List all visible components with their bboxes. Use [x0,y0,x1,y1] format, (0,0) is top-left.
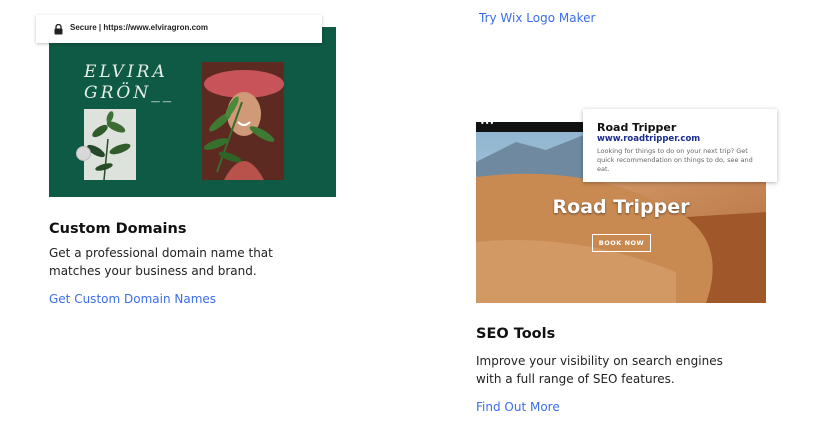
custom-domains-heading: Custom Domains [49,221,187,237]
browser-url: Secure | https://www.elviragron.com [70,23,208,32]
get-custom-domain-link[interactable]: Get Custom Domain Names [49,292,216,306]
try-logo-maker-link[interactable]: Try Wix Logo Maker [479,11,595,25]
search-result-description: Looking for things to do on your next tr… [597,147,753,173]
find-out-more-link[interactable]: Find Out More [476,400,560,414]
preview-book-now-button: BOOK NOW [592,234,651,252]
search-result-url: www.roadtripper.com [597,134,701,144]
preview-top-bar: ••• [476,119,586,132]
url-separator: | [98,23,102,32]
url-text: https://www.elviragron.com [103,23,209,32]
secure-label: Secure [70,23,97,32]
lock-icon [54,22,63,40]
custom-domains-description-line2: matches your business and brand. [49,264,257,278]
custom-domains-description: Get a professional domain name that matc… [49,244,273,280]
search-result-title: Road Tripper [597,121,677,134]
preview-brand-name: ELVIRA [84,62,168,82]
seo-tools-description-line2: with a full range of SEO features. [476,372,675,386]
plant-photo [84,109,136,180]
slider-handle[interactable] [76,146,91,161]
custom-domains-description-line1: Get a professional domain name that [49,246,273,260]
preview-site-title: Road Tripper [552,196,690,218]
woman-photo [202,62,284,180]
preview-brand-name-line2: GRÖN__ [84,83,175,103]
seo-tools-heading: SEO Tools [476,326,556,342]
seo-tools-description: Improve your visibility on search engine… [476,352,723,388]
preview-dots: ••• [480,119,495,128]
seo-tools-description-line1: Improve your visibility on search engine… [476,354,723,368]
